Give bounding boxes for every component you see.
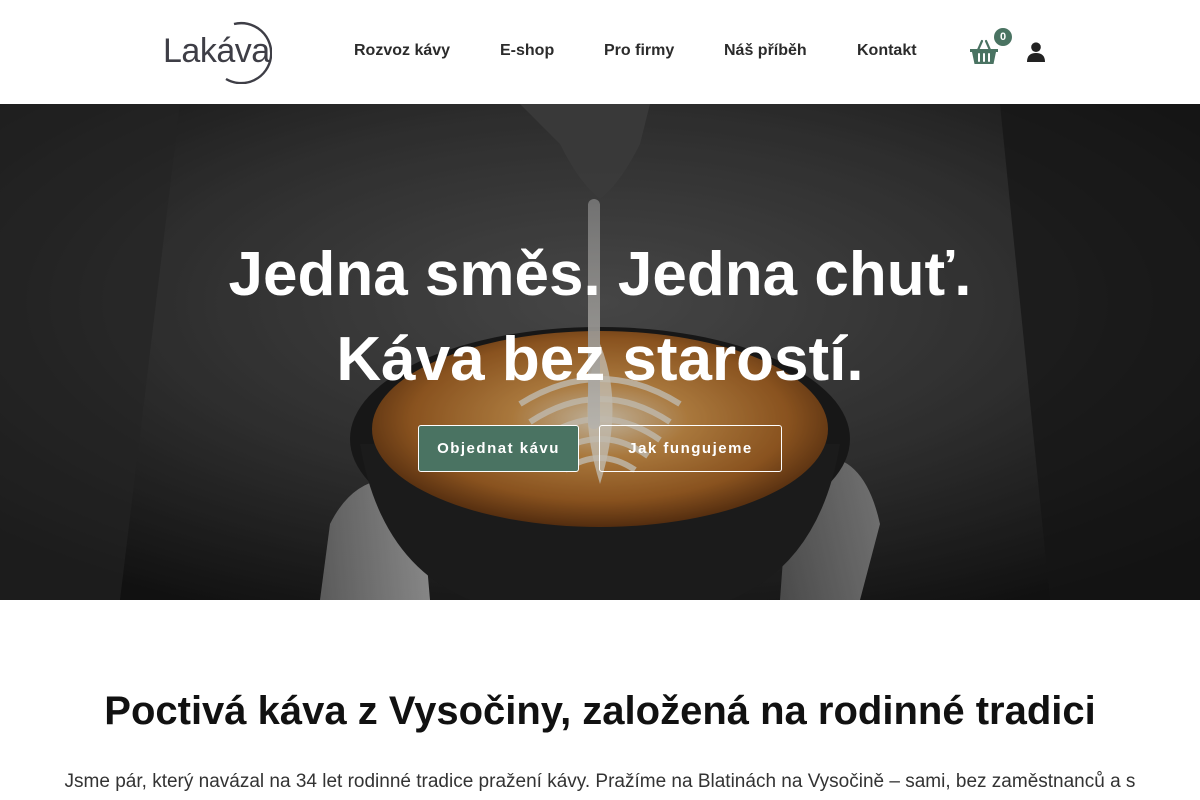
order-coffee-button[interactable]: Objednat kávu (418, 425, 579, 472)
nav-nas-pribeh[interactable]: Náš příběh (724, 41, 807, 61)
nav-rozvoz-kavy[interactable]: Rozvoz kávy (354, 41, 450, 61)
nav-kontakt[interactable]: Kontakt (857, 41, 917, 61)
brand-logo[interactable]: Lakáva (160, 16, 272, 84)
nav-e-shop[interactable]: E-shop (500, 41, 554, 61)
how-it-works-button[interactable]: Jak fungujeme (599, 425, 782, 472)
basket-icon[interactable] (969, 38, 999, 66)
intro-paragraph: Jsme pár, který navázal na 34 let rodinn… (64, 771, 1136, 792)
nav-pro-firmy[interactable]: Pro firmy (604, 41, 674, 61)
hero-section: Jedna směs. Jedna chuť. Káva bez starost… (0, 104, 1200, 600)
logo-wordmark: Lakáva (163, 32, 270, 70)
user-icon[interactable] (1026, 42, 1046, 62)
site-header: Lakáva Rozvoz kávy E-shop Pro firmy Náš … (0, 0, 1200, 104)
intro-heading: Poctivá káva z Vysočiny, založená na rod… (104, 689, 1096, 733)
hero-title-line2: Káva bez starostí. (336, 325, 864, 394)
cart-count-badge: 0 (994, 28, 1012, 46)
hero-title-line1: Jedna směs. Jedna chuť. (228, 240, 972, 309)
